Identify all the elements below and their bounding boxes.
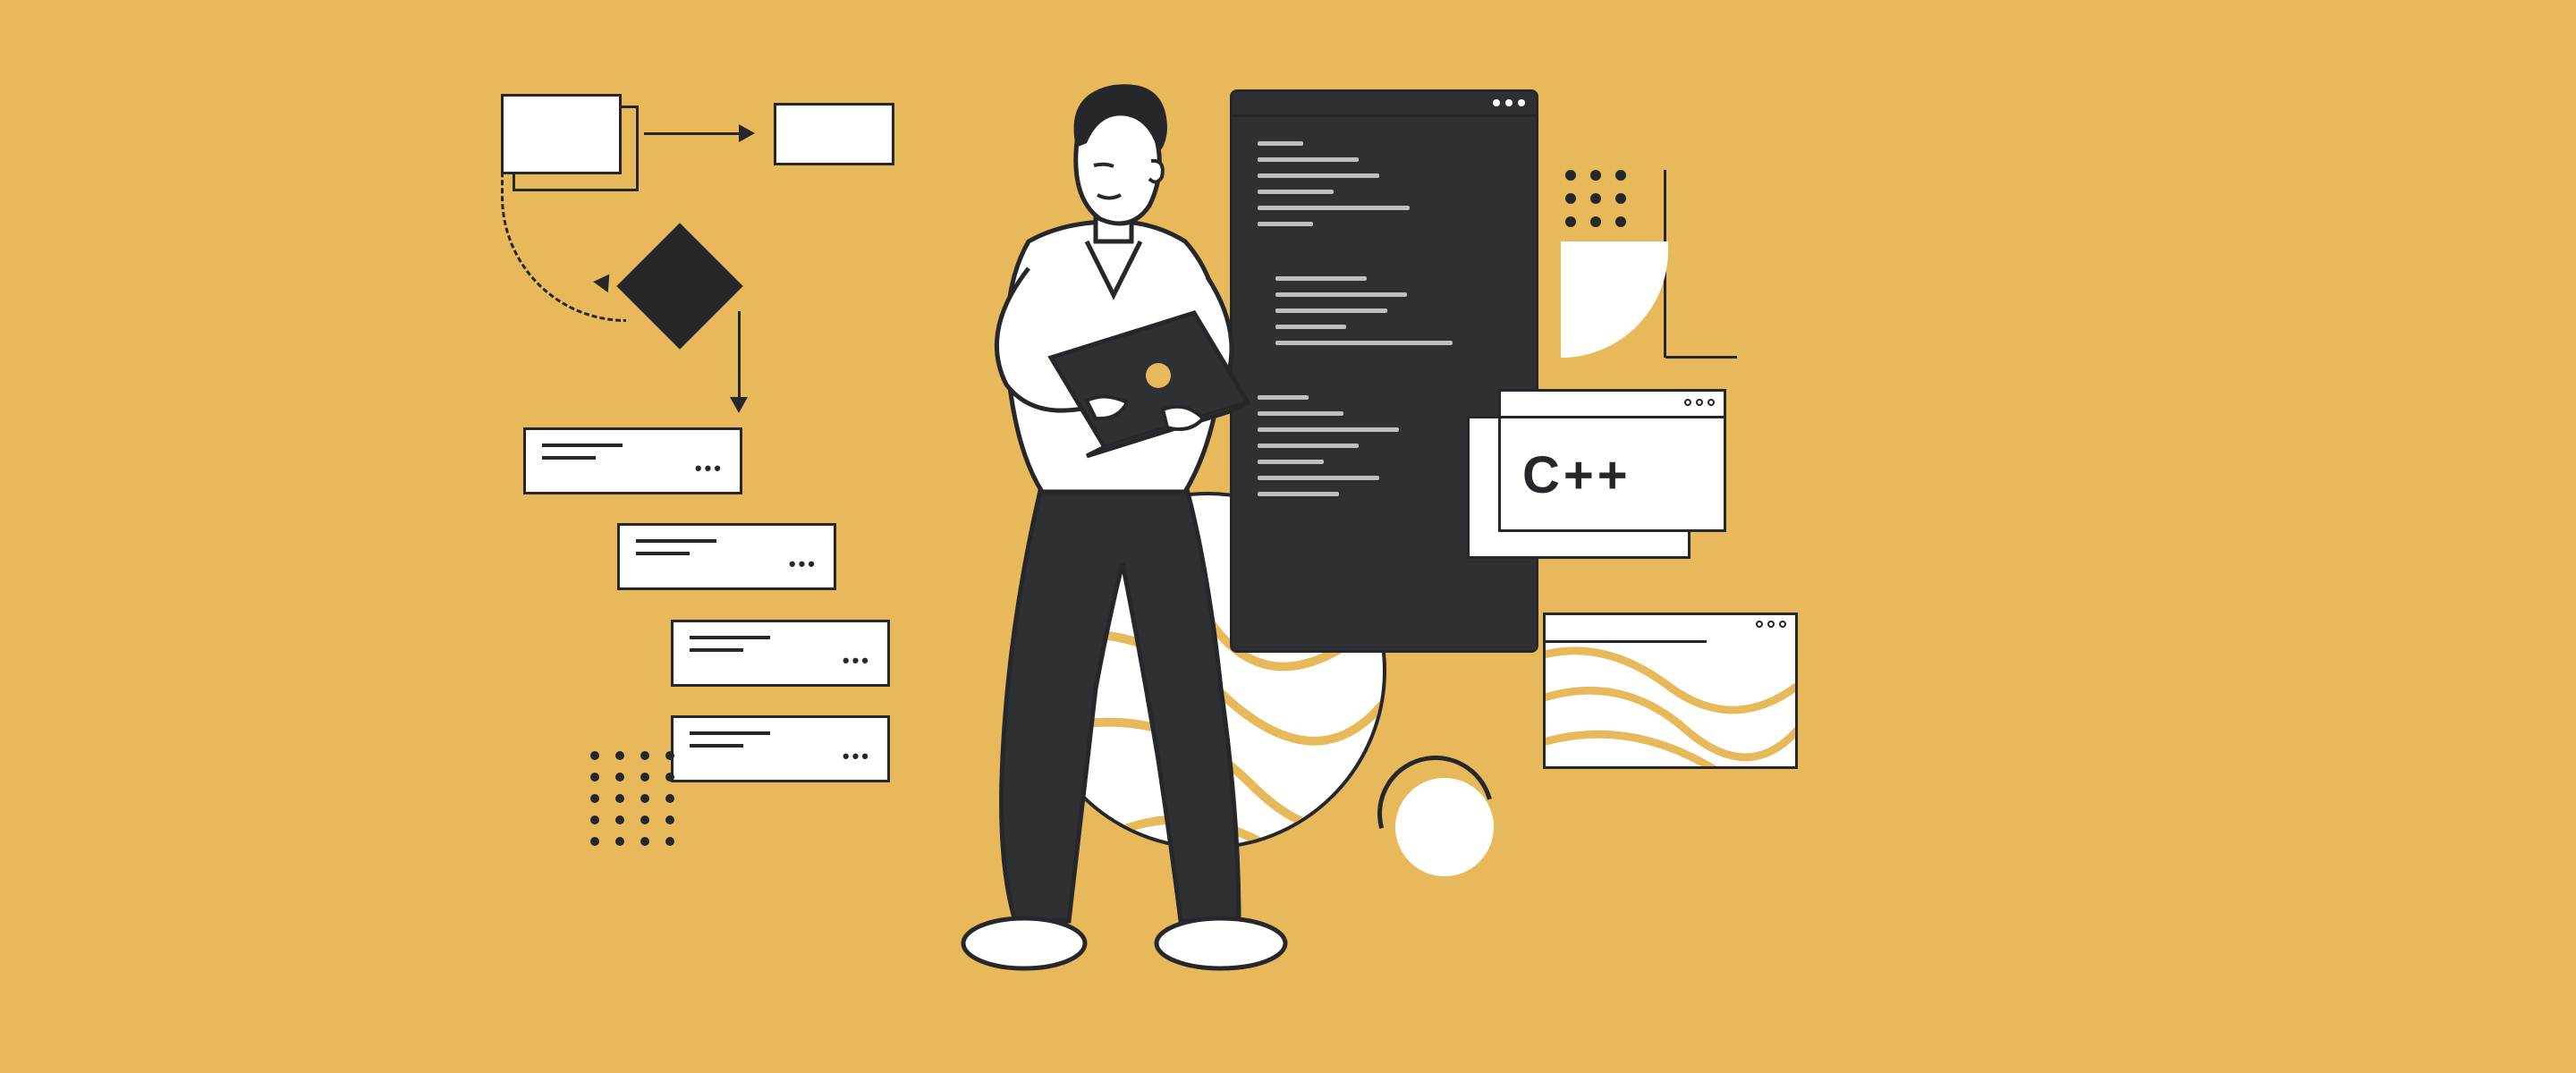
arrow-right-icon	[644, 132, 751, 135]
dashed-arrow-icon	[501, 161, 626, 322]
illustration-canvas: Developer with laptop surrounded by prog…	[0, 0, 2576, 1073]
window-controls-icon	[1684, 399, 1715, 406]
wavy-pattern-card	[1543, 613, 1798, 769]
ellipsis-icon: •••	[695, 457, 724, 480]
flowchart-decision-diamond	[616, 223, 742, 349]
person-illustration	[863, 63, 1382, 975]
code-window: C++	[1498, 389, 1726, 532]
code-window-label: C++	[1501, 418, 1724, 532]
dot-grid-icon	[1565, 170, 1628, 227]
ellipsis-icon: •••	[789, 553, 818, 576]
list-item: •••	[617, 523, 836, 590]
dot-grid-icon	[590, 751, 678, 846]
corner-line-icon	[1665, 356, 1737, 359]
window-title-bar	[1501, 392, 1724, 418]
list-item: •••	[523, 427, 742, 494]
window-controls-icon	[1756, 621, 1786, 628]
window-controls-icon	[1493, 99, 1525, 106]
list-item: •••	[671, 620, 890, 687]
list-item: •••	[671, 715, 890, 782]
quarter-shape-icon	[1561, 241, 1668, 358]
arrow-down-icon	[738, 311, 741, 410]
